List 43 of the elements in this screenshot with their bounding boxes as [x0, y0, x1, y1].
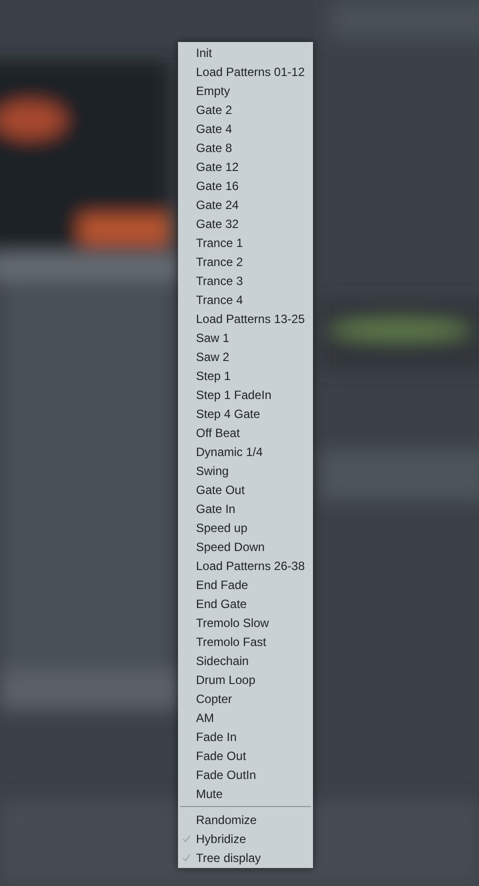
menu-item[interactable]: Gate Out: [178, 480, 313, 499]
menu-item[interactable]: Tree display: [178, 848, 313, 867]
menu-item[interactable]: Drum Loop: [178, 670, 313, 689]
menu-item[interactable]: Gate In: [178, 499, 313, 518]
menu-item[interactable]: Sidechain: [178, 651, 313, 670]
menu-item[interactable]: Fade OutIn: [178, 765, 313, 784]
menu-item[interactable]: Saw 2: [178, 347, 313, 366]
menu-item[interactable]: Step 1 FadeIn: [178, 385, 313, 404]
menu-item[interactable]: Trance 4: [178, 290, 313, 309]
menu-item[interactable]: Load Patterns 13-25: [178, 309, 313, 328]
menu-item[interactable]: Gate 4: [178, 119, 313, 138]
menu-item[interactable]: Gate 32: [178, 214, 313, 233]
menu-item[interactable]: Gate 24: [178, 195, 313, 214]
menu-item[interactable]: Trance 1: [178, 233, 313, 252]
menu-item[interactable]: Off Beat: [178, 423, 313, 442]
menu-item[interactable]: Gate 12: [178, 157, 313, 176]
menu-item[interactable]: Mute: [178, 784, 313, 803]
menu-item[interactable]: Step 4 Gate: [178, 404, 313, 423]
menu-item[interactable]: Load Patterns 26-38: [178, 556, 313, 575]
menu-item[interactable]: Gate 8: [178, 138, 313, 157]
menu-item[interactable]: Gate 16: [178, 176, 313, 195]
menu-item[interactable]: Fade In: [178, 727, 313, 746]
menu-item[interactable]: Load Patterns 01-12: [178, 62, 313, 81]
menu-item[interactable]: Saw 1: [178, 328, 313, 347]
menu-item[interactable]: End Fade: [178, 575, 313, 594]
menu-item[interactable]: Gate 2: [178, 100, 313, 119]
menu-item[interactable]: Step 1: [178, 366, 313, 385]
menu-item[interactable]: Tremolo Slow: [178, 613, 313, 632]
menu-item[interactable]: Tremolo Fast: [178, 632, 313, 651]
menu-item[interactable]: Copter: [178, 689, 313, 708]
menu-item[interactable]: Trance 2: [178, 252, 313, 271]
menu-item[interactable]: Speed Down: [178, 537, 313, 556]
menu-item[interactable]: Swing: [178, 461, 313, 480]
menu-item[interactable]: AM: [178, 708, 313, 727]
menu-item[interactable]: End Gate: [178, 594, 313, 613]
menu-item[interactable]: Dynamic 1/4: [178, 442, 313, 461]
menu-item[interactable]: Hybridize: [178, 829, 313, 848]
menu-item[interactable]: Speed up: [178, 518, 313, 537]
menu-item[interactable]: Init: [178, 43, 313, 62]
menu-item[interactable]: Randomize: [178, 810, 313, 829]
menu-item[interactable]: Trance 3: [178, 271, 313, 290]
menu-item[interactable]: Empty: [178, 81, 313, 100]
menu-item[interactable]: Fade Out: [178, 746, 313, 765]
